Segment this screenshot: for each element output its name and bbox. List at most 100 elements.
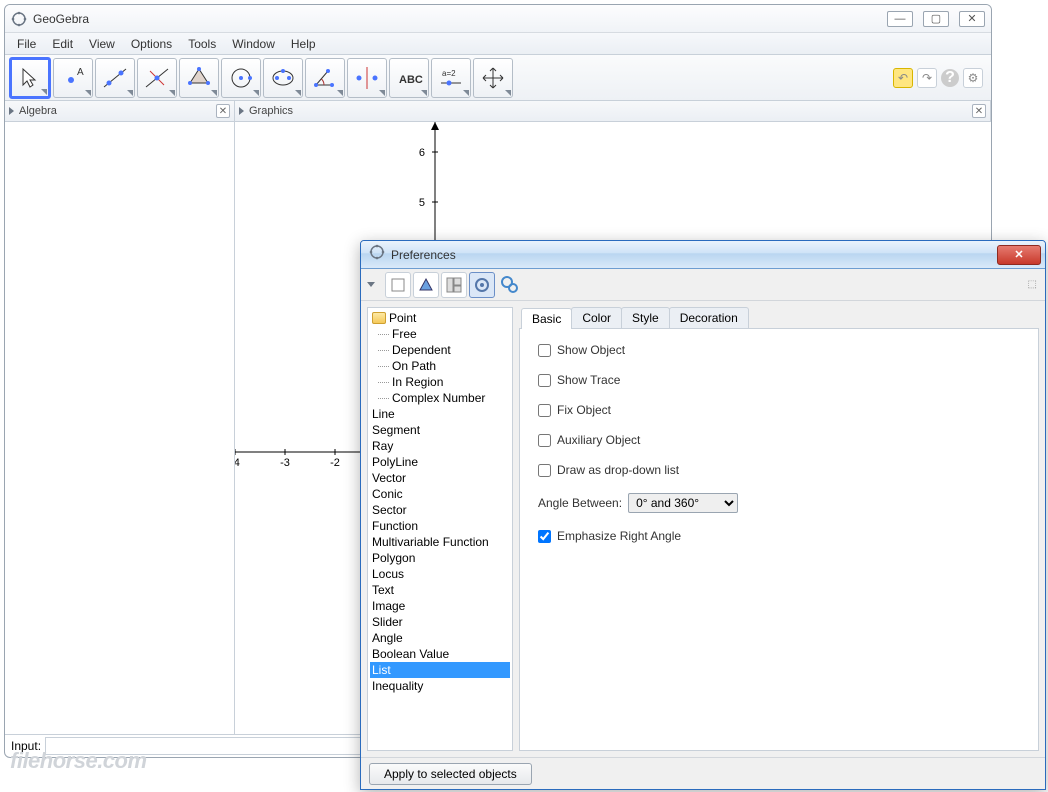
algebra-panel-header[interactable]: Algebra ✕: [5, 101, 235, 121]
undo-button[interactable]: ↶: [893, 68, 913, 88]
help-icon[interactable]: ?: [941, 69, 959, 87]
tab-style[interactable]: Style: [621, 307, 670, 328]
tree-inequality[interactable]: Inequality: [370, 678, 510, 694]
tool-slider[interactable]: a=2: [431, 58, 471, 98]
tab-color[interactable]: Color: [571, 307, 622, 328]
tool-angle[interactable]: [305, 58, 345, 98]
tool-circle[interactable]: [221, 58, 261, 98]
tree-onpath[interactable]: On Path: [370, 358, 510, 374]
tree-complex[interactable]: Complex Number: [370, 390, 510, 406]
y-tick: 6: [419, 147, 425, 159]
settings-icon[interactable]: ⚙: [963, 68, 983, 88]
preferences-toolbar: ⬚: [361, 269, 1045, 301]
app-icon: [369, 244, 385, 265]
y-tick: 5: [419, 197, 425, 209]
show-trace-checkbox[interactable]: [538, 374, 551, 387]
dock-icon[interactable]: ⬚: [1026, 277, 1039, 292]
dropdown-checkbox[interactable]: [538, 464, 551, 477]
tool-perpendicular[interactable]: [137, 58, 177, 98]
tree-angle[interactable]: Angle: [370, 630, 510, 646]
tool-polygon[interactable]: [179, 58, 219, 98]
tree-list[interactable]: List: [370, 662, 510, 678]
minimize-button[interactable]: —: [887, 11, 913, 27]
pref-objects-icon[interactable]: [385, 272, 411, 298]
tree-polyline[interactable]: PolyLine: [370, 454, 510, 470]
menu-file[interactable]: File: [11, 35, 42, 53]
preferences-titlebar: Preferences ✕: [361, 241, 1045, 269]
pref-advanced-icon[interactable]: [497, 272, 523, 298]
preferences-close-button[interactable]: ✕: [997, 245, 1041, 265]
preferences-dialog: Preferences ✕ ⬚ Point Free Dependent On …: [360, 240, 1046, 790]
graphics-close-icon[interactable]: ✕: [972, 104, 986, 118]
pref-layout-icon[interactable]: [441, 272, 467, 298]
preference-tabs: Basic Color Style Decoration: [519, 307, 1039, 329]
tree-point[interactable]: Point: [370, 310, 510, 326]
tool-line[interactable]: [95, 58, 135, 98]
menubar: File Edit View Options Tools Window Help: [5, 33, 991, 55]
x-tick: -4: [235, 457, 240, 469]
tool-move[interactable]: [9, 57, 51, 99]
menu-help[interactable]: Help: [285, 35, 322, 53]
menu-view[interactable]: View: [83, 35, 121, 53]
auxiliary-checkbox[interactable]: [538, 434, 551, 447]
dropdown-label: Draw as drop-down list: [557, 463, 679, 477]
tree-ray[interactable]: Ray: [370, 438, 510, 454]
watermark: filehorse.com: [10, 748, 147, 774]
tree-slider[interactable]: Slider: [370, 614, 510, 630]
tree-image[interactable]: Image: [370, 598, 510, 614]
show-object-checkbox[interactable]: [538, 344, 551, 357]
algebra-pane[interactable]: [5, 122, 235, 734]
preferences-body: Point Free Dependent On Path In Region C…: [361, 301, 1045, 757]
tool-reflect[interactable]: [347, 58, 387, 98]
angle-between-select[interactable]: 0° and 360°: [628, 493, 738, 513]
tree-segment[interactable]: Segment: [370, 422, 510, 438]
tool-move-view[interactable]: [473, 58, 513, 98]
apply-button[interactable]: Apply to selected objects: [369, 763, 532, 785]
algebra-close-icon[interactable]: ✕: [216, 104, 230, 118]
show-object-label: Show Object: [557, 343, 625, 357]
tree-conic[interactable]: Conic: [370, 486, 510, 502]
close-button[interactable]: ✕: [959, 11, 985, 27]
pref-defaults-icon[interactable]: [469, 272, 495, 298]
tree-function[interactable]: Function: [370, 518, 510, 534]
tree-dependent[interactable]: Dependent: [370, 342, 510, 358]
svg-text:ABC: ABC: [399, 74, 423, 86]
window-title: GeoGebra: [33, 12, 887, 26]
emphasize-checkbox[interactable]: [538, 530, 551, 543]
fix-object-checkbox[interactable]: [538, 404, 551, 417]
menu-tools[interactable]: Tools: [182, 35, 222, 53]
redo-button[interactable]: ↷: [917, 68, 937, 88]
preferences-footer: Apply to selected objects: [361, 757, 1045, 789]
tab-basic-content: Show Object Show Trace Fix Object Auxili…: [519, 329, 1039, 751]
graphics-label: Graphics: [249, 105, 293, 117]
tool-point[interactable]: A: [53, 58, 93, 98]
tree-boolean[interactable]: Boolean Value: [370, 646, 510, 662]
tab-decoration[interactable]: Decoration: [669, 307, 749, 328]
graphics-panel-header[interactable]: Graphics ✕: [235, 101, 991, 121]
tree-vector[interactable]: Vector: [370, 470, 510, 486]
toolbar-right: ↶ ↷ ? ⚙: [893, 68, 987, 88]
app-icon: [11, 11, 27, 27]
tab-basic[interactable]: Basic: [521, 308, 572, 329]
tree-inregion[interactable]: In Region: [370, 374, 510, 390]
menu-options[interactable]: Options: [125, 35, 178, 53]
dropdown-icon[interactable]: [367, 282, 375, 287]
tree-free[interactable]: Free: [370, 326, 510, 342]
maximize-button[interactable]: ▢: [923, 11, 949, 27]
menu-window[interactable]: Window: [226, 35, 281, 53]
folder-icon: [372, 312, 386, 324]
tree-text[interactable]: Text: [370, 582, 510, 598]
object-type-tree[interactable]: Point Free Dependent On Path In Region C…: [367, 307, 513, 751]
collapse-icon: [239, 107, 244, 115]
angle-between-label: Angle Between:: [538, 496, 622, 510]
titlebar: GeoGebra — ▢ ✕: [5, 5, 991, 33]
tool-ellipse[interactable]: [263, 58, 303, 98]
tool-text[interactable]: ABC: [389, 58, 429, 98]
tree-locus[interactable]: Locus: [370, 566, 510, 582]
tree-sector[interactable]: Sector: [370, 502, 510, 518]
menu-edit[interactable]: Edit: [46, 35, 79, 53]
tree-polygon[interactable]: Polygon: [370, 550, 510, 566]
tree-multivar[interactable]: Multivariable Function: [370, 534, 510, 550]
tree-line[interactable]: Line: [370, 406, 510, 422]
pref-graphics-icon[interactable]: [413, 272, 439, 298]
